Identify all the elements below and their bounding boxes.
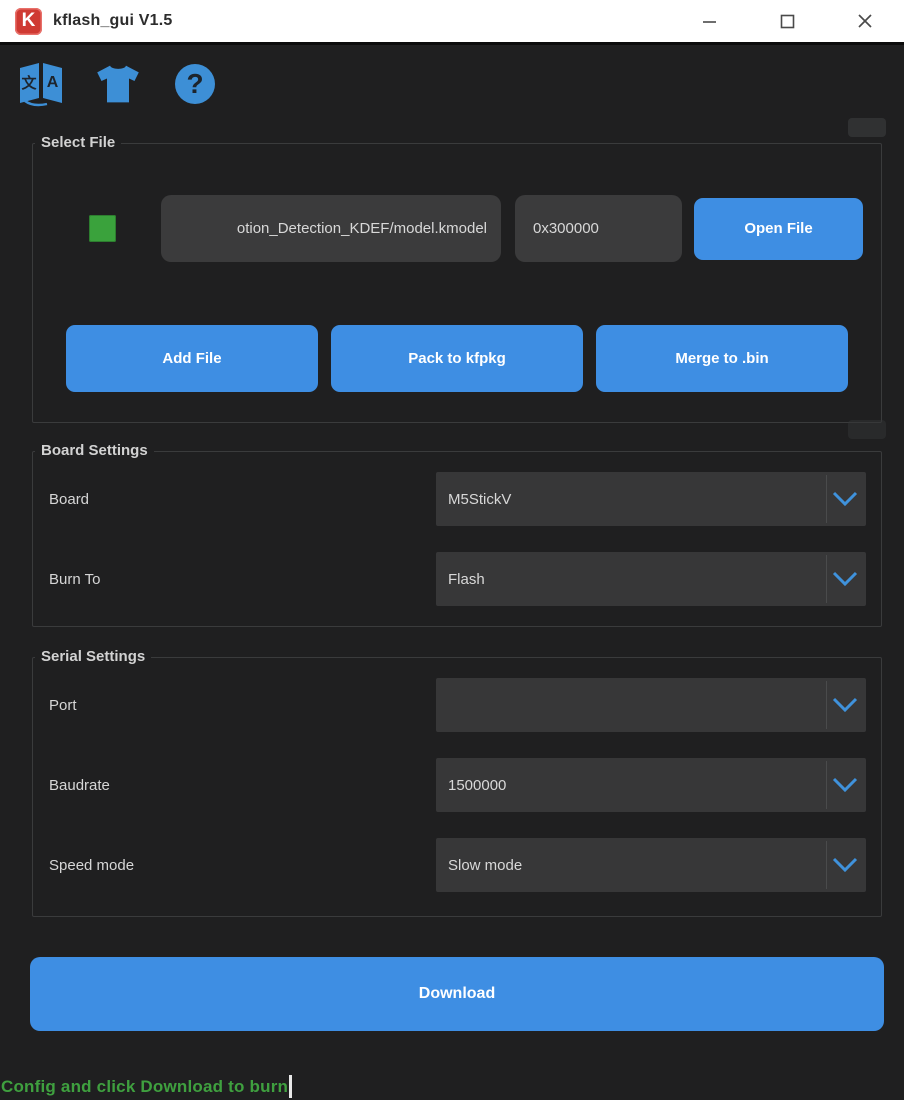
tshirt-icon [96, 64, 140, 104]
burn-address-input[interactable] [515, 195, 682, 262]
add-file-button[interactable]: Add File [66, 325, 318, 392]
dropdown-separator [826, 841, 827, 889]
language-translate-icon: 文 A [17, 61, 65, 107]
baudrate-label: Baudrate [49, 777, 110, 794]
scroll-mark [848, 118, 886, 137]
help-button[interactable]: ? [171, 61, 219, 107]
close-button[interactable] [826, 0, 904, 42]
dropdown-separator [826, 681, 827, 729]
select-file-group-label: Select File [35, 134, 121, 151]
language-button[interactable]: 文 A [17, 61, 65, 107]
merge-to-bin-button[interactable]: Merge to .bin [596, 325, 848, 392]
dropdown-separator [826, 475, 827, 523]
minimize-button[interactable] [670, 0, 748, 42]
board-row: Board M5StickV [49, 472, 866, 526]
app-logo-icon: K [15, 8, 42, 35]
board-settings-group-label: Board Settings [35, 442, 154, 459]
serial-settings-group: Serial Settings Port Baudrate 1500000 [32, 657, 882, 917]
select-file-group: Select File Open File Add File Pack to k… [32, 143, 882, 423]
speed-mode-label: Speed mode [49, 857, 134, 874]
chevron-down-icon [831, 777, 859, 793]
file-row: Open File [89, 195, 881, 262]
chevron-down-icon [831, 491, 859, 507]
dropdown-separator [826, 555, 827, 603]
chevron-down-icon [831, 857, 859, 873]
maximize-button[interactable] [748, 0, 826, 42]
burn-to-row: Burn To Flash [49, 552, 866, 606]
svg-text:A: A [47, 74, 59, 91]
titlebar: K kflash_gui V1.5 [0, 0, 904, 42]
chevron-down-icon [831, 697, 859, 713]
text-caret [289, 1075, 292, 1098]
speed-mode-select[interactable]: Slow mode [436, 838, 866, 892]
file-actions-row: Add File Pack to kfpkg Merge to .bin [66, 325, 881, 392]
svg-text:文: 文 [21, 74, 37, 92]
file-path-input[interactable] [161, 195, 501, 262]
board-select-value: M5StickV [448, 491, 511, 508]
serial-settings-group-label: Serial Settings [35, 648, 151, 665]
baudrate-row: Baudrate 1500000 [49, 758, 866, 812]
pack-to-kfpkg-button[interactable]: Pack to kfpkg [331, 325, 583, 392]
board-label: Board [49, 491, 89, 508]
close-icon [857, 13, 873, 29]
burn-to-select-value: Flash [448, 571, 485, 588]
port-label: Port [49, 697, 77, 714]
baudrate-select-value: 1500000 [448, 777, 506, 794]
statusbar: Config and click Download to burn [0, 1075, 292, 1098]
theme-button[interactable] [94, 61, 142, 107]
status-message: Config and click Download to burn [1, 1077, 288, 1097]
port-row: Port [49, 678, 866, 732]
svg-text:?: ? [186, 68, 203, 99]
help-icon: ? [173, 62, 217, 106]
maximize-icon [780, 14, 795, 29]
toolbar: 文 A ? [0, 45, 904, 117]
file-valid-indicator[interactable] [89, 215, 116, 242]
chevron-down-icon [831, 571, 859, 587]
minimize-icon [702, 14, 717, 29]
board-select[interactable]: M5StickV [436, 472, 866, 526]
scroll-mark [848, 420, 886, 439]
baudrate-select[interactable]: 1500000 [436, 758, 866, 812]
speed-mode-row: Speed mode Slow mode [49, 838, 866, 892]
dropdown-separator [826, 761, 827, 809]
board-settings-group: Board Settings Board M5StickV Burn To Fl… [32, 451, 882, 627]
burn-to-label: Burn To [49, 571, 100, 588]
burn-to-select[interactable]: Flash [436, 552, 866, 606]
app-window: K kflash_gui V1.5 [0, 0, 904, 1100]
download-button[interactable]: Download [30, 957, 884, 1031]
window-controls [670, 0, 904, 42]
speed-mode-select-value: Slow mode [448, 857, 522, 874]
window-title: kflash_gui V1.5 [53, 12, 173, 30]
open-file-button[interactable]: Open File [694, 198, 863, 260]
port-select[interactable] [436, 678, 866, 732]
